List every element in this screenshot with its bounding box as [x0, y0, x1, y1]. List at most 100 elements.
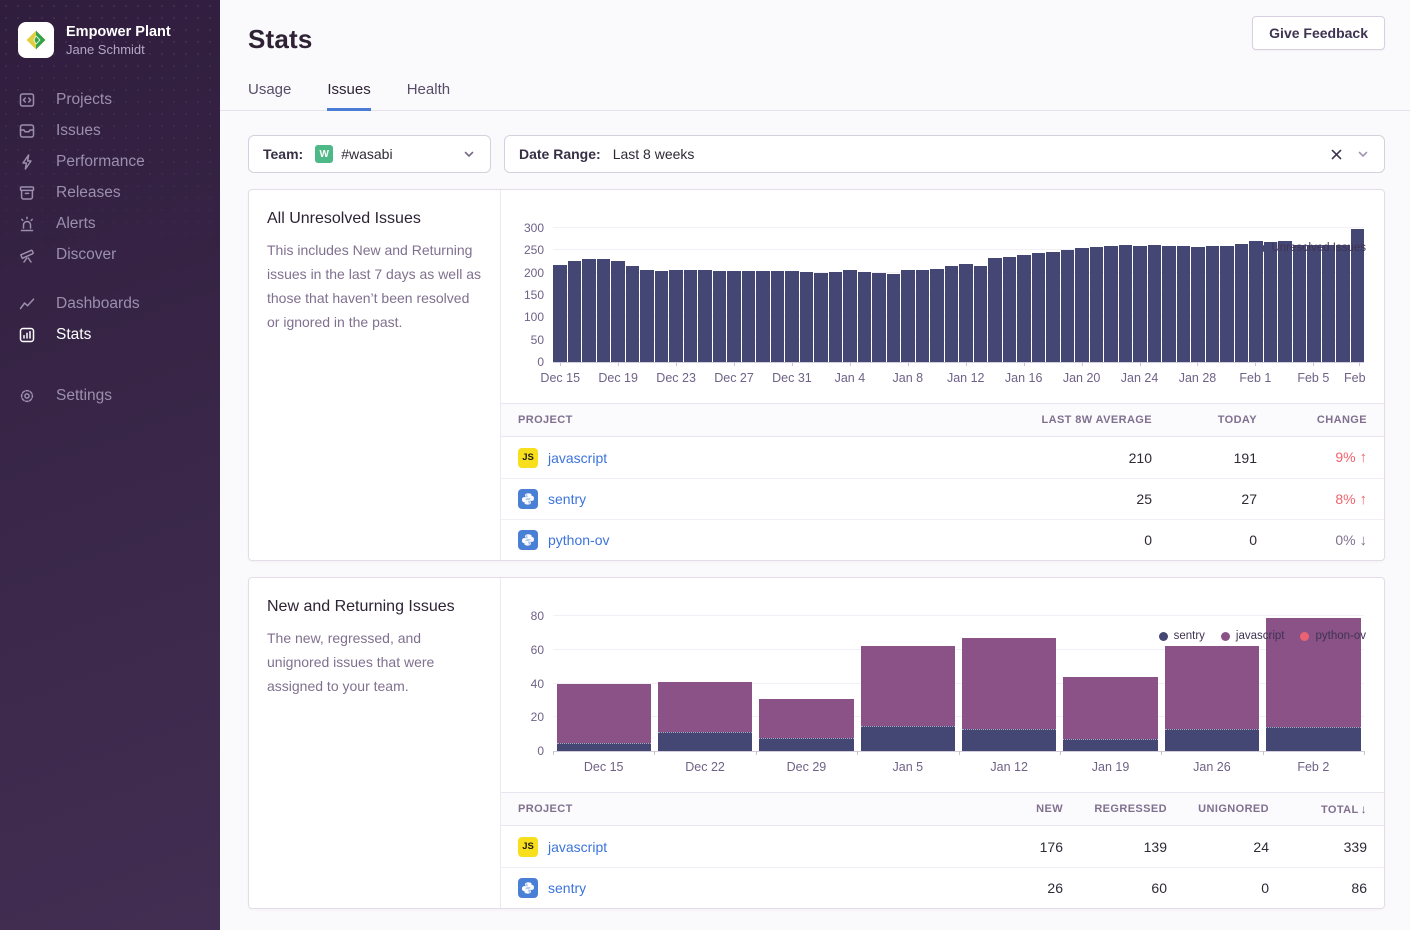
- tab-usage[interactable]: Usage: [248, 81, 291, 111]
- sidebar-item-settings[interactable]: Settings: [0, 380, 220, 411]
- team-selector[interactable]: Team: W #wasabi: [248, 135, 491, 173]
- sidebar-item-label: Alerts: [56, 215, 96, 233]
- legend-item-sentry[interactable]: sentry: [1159, 630, 1205, 642]
- bar-segment-sentry: [557, 743, 651, 751]
- sidebar-item-issues[interactable]: Issues: [0, 115, 220, 146]
- legend-item-python-ov[interactable]: python-ov: [1300, 630, 1366, 642]
- tab-health[interactable]: Health: [407, 81, 450, 111]
- sidebar-item-releases[interactable]: Releases: [0, 177, 220, 208]
- sidebar-item-alerts[interactable]: Alerts: [0, 208, 220, 239]
- value-cell: 139: [1063, 839, 1167, 855]
- sidebar-item-label: Settings: [56, 387, 112, 405]
- bar: [1336, 245, 1350, 362]
- value-cell: 191: [1152, 450, 1257, 466]
- sidebar-nav-footer: Settings: [0, 380, 220, 411]
- y-axis-label: 0: [510, 744, 544, 758]
- table-row: sentry25278% ↑: [501, 478, 1384, 519]
- sidebar-item-performance[interactable]: Performance: [0, 146, 220, 177]
- clear-date-icon[interactable]: [1329, 147, 1344, 162]
- table-row: JSjavascript17613924339: [501, 826, 1384, 867]
- panel-title: All Unresolved Issues: [267, 210, 482, 228]
- bar: [1322, 245, 1336, 362]
- date-range-value: Last 8 weeks: [613, 146, 695, 162]
- panel-description: This includes New and Returning issues i…: [267, 238, 482, 334]
- bar: [829, 272, 843, 362]
- new-returning-issues-table: PROJECTNEWREGRESSEDUNIGNOREDTOTAL↓JSjava…: [501, 792, 1384, 908]
- x-axis-label: Dec 27: [714, 371, 754, 385]
- bar-segment-javascript: [861, 646, 955, 725]
- bar-segment-javascript: [1165, 646, 1259, 729]
- bar: [727, 271, 741, 362]
- project-link-python-ov[interactable]: python-ov: [548, 532, 609, 548]
- discover-icon: [18, 246, 36, 264]
- project-link-javascript[interactable]: javascript: [548, 839, 607, 855]
- bar-segment-sentry: [861, 726, 955, 751]
- panel-new-returning-issues: New and Returning Issues The new, regres…: [248, 577, 1385, 909]
- python-platform-icon: [518, 530, 538, 550]
- bar: [1032, 253, 1046, 362]
- dashboards-icon: [18, 295, 36, 313]
- bar-group: [553, 616, 654, 751]
- sidebar-item-label: Projects: [56, 91, 112, 109]
- sidebar-item-projects[interactable]: Projects: [0, 84, 220, 115]
- bar: [1003, 257, 1017, 362]
- main-content: Stats Give Feedback UsageIssuesHealth Te…: [220, 0, 1410, 930]
- org-switcher[interactable]: Empower Plant Jane Schmidt: [0, 0, 220, 58]
- project-link-sentry[interactable]: sentry: [548, 880, 586, 896]
- bar: [1278, 241, 1292, 362]
- column-header-project: PROJECT: [518, 414, 952, 426]
- bar: [684, 270, 698, 362]
- x-axis-label: Jan 26: [1161, 752, 1262, 780]
- project-link-sentry[interactable]: sentry: [548, 491, 586, 507]
- panel-description: The new, regressed, and unignored issues…: [267, 626, 482, 698]
- bar-segment-javascript: [759, 699, 853, 738]
- legend-item-unresolved-issues[interactable]: Unresolved Issues: [1256, 242, 1366, 254]
- y-axis-label: 200: [510, 266, 544, 280]
- y-axis-label: 150: [510, 288, 544, 302]
- issues-icon: [18, 122, 36, 140]
- projects-icon: [18, 91, 36, 109]
- sidebar-item-discover[interactable]: Discover: [0, 239, 220, 270]
- value-cell: 176: [955, 839, 1063, 855]
- give-feedback-button[interactable]: Give Feedback: [1252, 16, 1385, 50]
- bar: [1220, 246, 1234, 362]
- chevron-down-icon: [462, 147, 476, 161]
- bar: [872, 273, 886, 362]
- settings-icon: [18, 387, 36, 405]
- value-cell: 24: [1167, 839, 1269, 855]
- x-axis-label: Jan 12: [959, 752, 1060, 780]
- x-axis-label: Jan 28: [1179, 371, 1217, 385]
- bar: [1235, 244, 1249, 362]
- bar: [742, 271, 756, 362]
- bar: [930, 269, 944, 362]
- bar: [655, 271, 669, 362]
- org-logo: [18, 22, 54, 58]
- javascript-platform-icon: JS: [518, 837, 538, 857]
- tab-issues[interactable]: Issues: [327, 81, 370, 111]
- date-range-selector[interactable]: Date Range: Last 8 weeks: [504, 135, 1385, 173]
- bar: [1075, 248, 1089, 362]
- sidebar-item-stats[interactable]: Stats: [0, 319, 220, 350]
- sidebar-item-label: Discover: [56, 246, 116, 264]
- panel-all-unresolved-issues: All Unresolved Issues This includes New …: [248, 189, 1385, 561]
- bar: [1104, 246, 1118, 362]
- bar: [1148, 245, 1162, 362]
- team-avatar: W: [315, 145, 333, 163]
- column-header-total[interactable]: TOTAL↓: [1269, 802, 1367, 816]
- change-cell: 9% ↑: [1257, 449, 1367, 466]
- bar: [858, 272, 872, 362]
- bar: [1249, 241, 1263, 362]
- legend-item-javascript[interactable]: javascript: [1221, 630, 1285, 642]
- sidebar-item-dashboards[interactable]: Dashboards: [0, 288, 220, 319]
- y-axis-label: 80: [510, 609, 544, 623]
- bar: [785, 271, 799, 362]
- user-name: Jane Schmidt: [66, 41, 171, 58]
- value-cell: 86: [1269, 880, 1367, 896]
- project-link-javascript[interactable]: javascript: [548, 450, 607, 466]
- x-axis-label: Jan 12: [947, 371, 985, 385]
- bar: [1046, 252, 1060, 362]
- y-axis-label: 300: [510, 221, 544, 235]
- unresolved-chart-plot: 050100150200250300: [553, 228, 1364, 363]
- y-axis-label: 100: [510, 310, 544, 324]
- x-axis-label: Jan 16: [1005, 371, 1043, 385]
